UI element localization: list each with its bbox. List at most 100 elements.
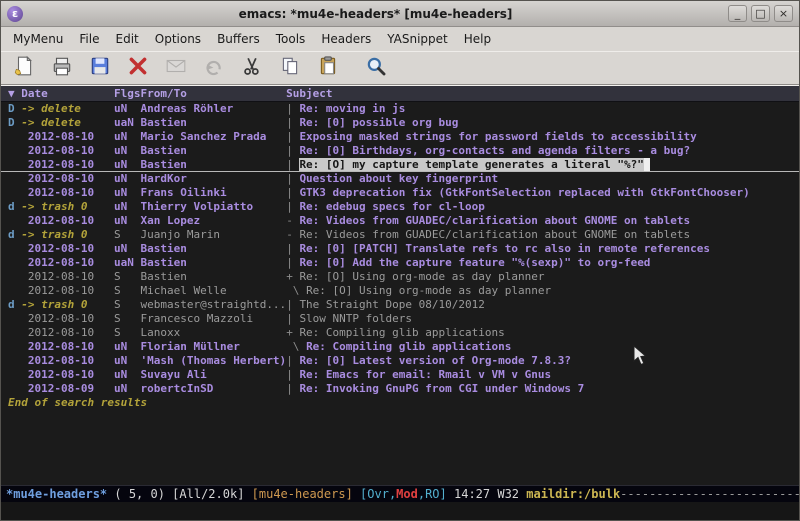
from-cell: Michael Welle — [140, 284, 286, 297]
emacs-frame: ▼ Date FlgsFrom/To Subject D -> delete u… — [1, 85, 799, 520]
mark-flag: D — [8, 102, 21, 115]
header-row[interactable]: 2012-08-10 uN Florian Müllner \ Re: Comp… — [1, 340, 799, 354]
header-row[interactable]: 2012-08-10 uN Frans Oilinki | GTK3 depre… — [1, 186, 799, 200]
header-row[interactable]: d -> trash 0 uN Thierry Volpiatto | Re: … — [1, 200, 799, 214]
modeline-segment: 14:27 W32 — [447, 487, 526, 501]
from-cell: robertcInSD — [140, 382, 286, 395]
header-row[interactable]: D -> delete uaN Bastien | Re: [0] possib… — [1, 116, 799, 130]
search-icon — [365, 55, 387, 81]
header-col-subject[interactable]: Subject — [286, 87, 332, 100]
menu-item-options[interactable]: Options — [147, 29, 209, 49]
flags-cell: S — [114, 298, 141, 311]
cut-button[interactable] — [239, 55, 265, 81]
flags-cell: S — [114, 284, 141, 297]
menu-item-edit[interactable]: Edit — [108, 29, 147, 49]
flags-cell: S — [114, 312, 141, 325]
date-cell: 2012-08-10 — [28, 144, 94, 157]
emacs-window: ε emacs: *mu4e-headers* [mu4e-headers] _… — [0, 0, 800, 521]
buffer-empty-area — [1, 410, 799, 485]
flags-cell: uN — [114, 242, 141, 255]
flags-cell: S — [114, 270, 141, 283]
from-cell: 'Mash (Thomas Herbert) — [140, 354, 286, 367]
mark-action: -> trash 0 — [21, 200, 87, 213]
date-cell: 2012-08-10 — [28, 186, 94, 199]
from-cell: Mario Sanchez Prada — [140, 130, 286, 143]
header-row[interactable]: 2012-08-10 S Bastien + Re: [O] Using org… — [1, 270, 799, 284]
flags-cell: uN — [114, 200, 141, 213]
modeline[interactable]: *mu4e-headers* ( 5, 0) [All/2.0k] [mu4e-… — [1, 485, 799, 502]
new-file-icon — [13, 55, 35, 81]
header-row[interactable]: 2012-08-10 S Lanoxx + Re: Compiling glib… — [1, 326, 799, 340]
print-icon — [51, 55, 73, 81]
header-row[interactable]: 2012-08-10 uN Bastien | Re: [O] my captu… — [1, 158, 799, 172]
modeline-segment: Mod — [396, 487, 418, 501]
subject-cell: Re: [0] possible org bug — [299, 116, 458, 129]
flags-cell: uN — [114, 354, 141, 367]
header-row[interactable]: 2012-08-10 uN Mario Sanchez Prada | Expo… — [1, 130, 799, 144]
print-button[interactable] — [49, 55, 75, 81]
thread-indicator: | — [286, 200, 299, 213]
modeline-segment: [mu4e-headers] — [252, 487, 353, 501]
header-row[interactable]: 2012-08-10 S Michael Welle \ Re: [O] Usi… — [1, 284, 799, 298]
new-file-button[interactable] — [11, 55, 37, 81]
header-row[interactable]: 2012-08-10 uN HardKor | Question about k… — [1, 172, 799, 186]
header-col-from[interactable]: From/To — [140, 87, 286, 100]
text-cursor — [644, 158, 651, 171]
undo-button — [201, 55, 227, 81]
header-row[interactable]: d -> trash 0 S webmaster@straightd...| T… — [1, 298, 799, 312]
header-row[interactable]: 2012-08-10 uN Xan Lopez - Re: Videos fro… — [1, 214, 799, 228]
subject-cell: The Straight Dope 08/10/2012 — [299, 298, 484, 311]
menu-item-yasnippet[interactable]: YASnippet — [379, 29, 456, 49]
flags-cell: uN — [114, 382, 141, 395]
mark-action: -> delete — [21, 102, 81, 115]
maximize-button[interactable]: □ — [751, 5, 770, 22]
close-buffer-button[interactable] — [125, 55, 151, 81]
thread-indicator: | — [286, 256, 299, 269]
thread-indicator: - — [286, 214, 299, 227]
window-controls: _ □ × — [728, 5, 793, 22]
thread-indicator: | — [286, 102, 299, 115]
header-row[interactable]: d -> trash 0 S Juanjo Marin - Re: Videos… — [1, 228, 799, 242]
date-cell: 2012-08-09 — [28, 382, 94, 395]
minibuffer[interactable] — [1, 502, 799, 520]
menu-item-file[interactable]: File — [71, 29, 107, 49]
date-cell: 2012-08-10 — [28, 368, 94, 381]
thread-indicator: \ — [286, 340, 306, 353]
flags-cell: uaN — [114, 256, 141, 269]
titlebar[interactable]: ε emacs: *mu4e-headers* [mu4e-headers] _… — [1, 1, 799, 27]
subject-cell: Re: Compiling glib applications — [299, 326, 504, 339]
search-button[interactable] — [363, 55, 389, 81]
flags-cell: S — [114, 326, 141, 339]
subject-cell: Re: [0] Birthdays, org-contacts and agen… — [299, 144, 690, 157]
flags-cell: uN — [114, 340, 141, 353]
header-row[interactable]: 2012-08-10 uN Bastien | Re: [0] Birthday… — [1, 144, 799, 158]
header-row[interactable]: 2012-08-10 uN 'Mash (Thomas Herbert)| Re… — [1, 354, 799, 368]
modeline-segment: *mu4e-headers* — [6, 487, 107, 501]
header-row[interactable]: D -> delete uN Andreas Röhler | Re: movi… — [1, 102, 799, 116]
menu-item-buffers[interactable]: Buffers — [209, 29, 268, 49]
menu-item-help[interactable]: Help — [456, 29, 499, 49]
header-col-flags[interactable]: Flgs — [114, 87, 141, 100]
from-cell: HardKor — [140, 172, 286, 185]
copy-icon — [279, 55, 301, 81]
menu-item-mymenu[interactable]: MyMenu — [5, 29, 71, 49]
header-row[interactable]: 2012-08-10 uN Suvayu Ali | Re: Emacs for… — [1, 368, 799, 382]
header-row[interactable]: 2012-08-09 uN robertcInSD | Re: Invoking… — [1, 382, 799, 396]
subject-cell: Re: Videos from GUADEC/clarification abo… — [299, 228, 690, 241]
save-button[interactable] — [87, 55, 113, 81]
header-row[interactable]: 2012-08-10 uaN Bastien | Re: [0] Add the… — [1, 256, 799, 270]
thread-indicator: | — [286, 354, 299, 367]
paste-button[interactable] — [315, 55, 341, 81]
header-col-date[interactable]: ▼ Date — [8, 87, 114, 100]
header-row[interactable]: 2012-08-10 S Francesco Mazzoli | Slow NN… — [1, 312, 799, 326]
minimize-button[interactable]: _ — [728, 5, 747, 22]
date-cell: 2012-08-10 — [28, 158, 94, 171]
flags-cell: uN — [114, 214, 141, 227]
copy-button[interactable] — [277, 55, 303, 81]
menu-item-tools[interactable]: Tools — [268, 29, 314, 49]
thread-indicator: | — [286, 130, 299, 143]
from-cell: Bastien — [140, 242, 286, 255]
menu-item-headers[interactable]: Headers — [313, 29, 379, 49]
close-button[interactable]: × — [774, 5, 793, 22]
header-row[interactable]: 2012-08-10 uN Bastien | Re: [0] [PATCH] … — [1, 242, 799, 256]
